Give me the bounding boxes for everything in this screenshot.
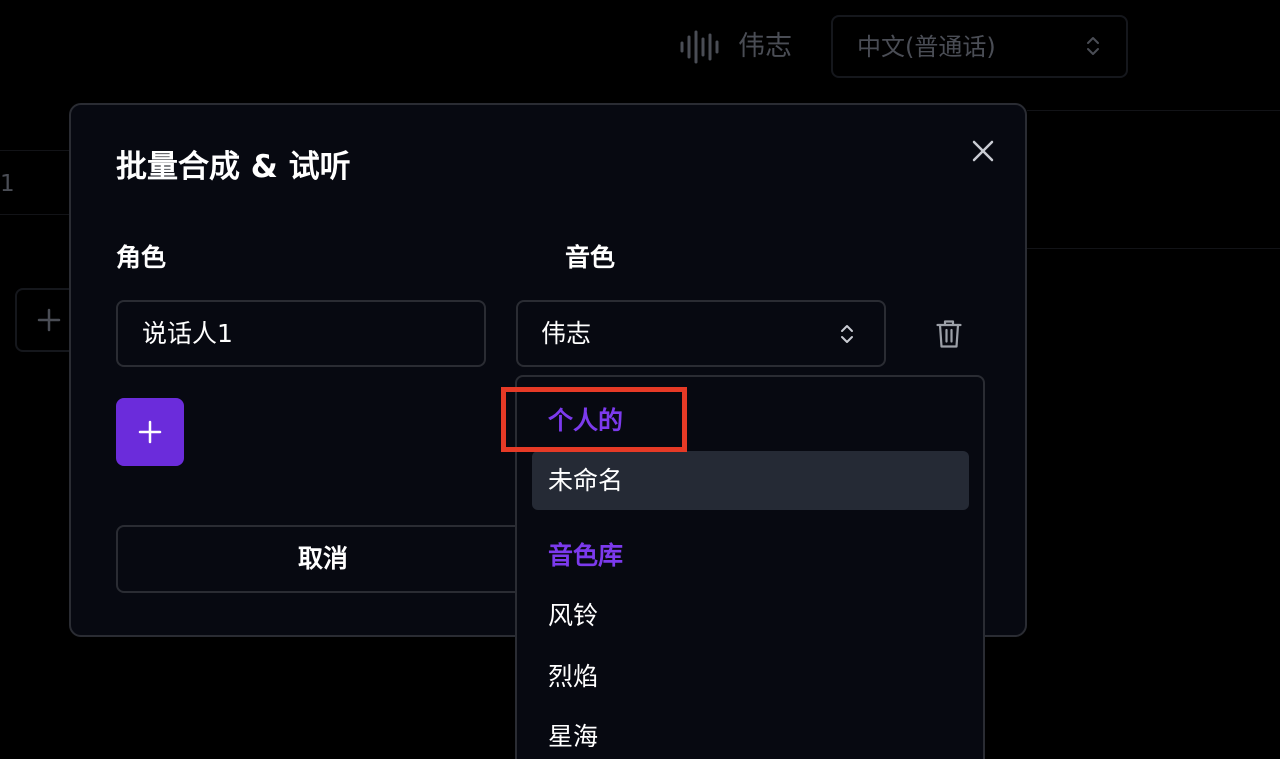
role-name-input[interactable]: 说话人1 [116, 300, 486, 367]
plus-icon [138, 420, 162, 444]
role-column-label: 角色 [116, 243, 167, 272]
annotation-highlight-box [501, 387, 687, 452]
add-role-button[interactable] [116, 398, 184, 466]
current-voice-name: 伟志 [738, 31, 792, 62]
voice-option[interactable]: 未命名 [532, 451, 969, 510]
waveform-icon [680, 30, 719, 64]
group-label-voice-library: 音色库 [548, 541, 624, 570]
divider [1027, 248, 1280, 249]
voice-option[interactable]: 风铃 [532, 586, 969, 645]
close-icon[interactable] [970, 138, 996, 164]
voice-option[interactable]: 烈焰 [532, 647, 969, 706]
language-select-value: 中文(普通话) [857, 33, 996, 61]
voice-select[interactable]: 伟志 [516, 300, 886, 367]
row-label: 1 [0, 171, 15, 197]
trash-icon[interactable] [936, 319, 962, 349]
divider [1027, 110, 1280, 111]
voice-select-value: 伟志 [541, 319, 592, 348]
language-select[interactable]: 中文(普通话) [831, 15, 1128, 78]
voice-column-label: 音色 [565, 243, 616, 272]
chevron-up-down-icon [1087, 37, 1099, 55]
dialog-title: 批量合成 & 试听 [116, 149, 351, 185]
divider [0, 214, 69, 215]
cancel-button[interactable]: 取消 [116, 525, 530, 593]
screen: 伟志 中文(普通话) 1 批量合成 & 试听 角色 音色 说话人1 伟志 取消 … [0, 0, 1280, 759]
plus-icon [37, 308, 61, 332]
divider [0, 150, 69, 151]
chevron-up-down-icon [841, 325, 853, 343]
voice-option[interactable]: 星海 [532, 707, 969, 759]
